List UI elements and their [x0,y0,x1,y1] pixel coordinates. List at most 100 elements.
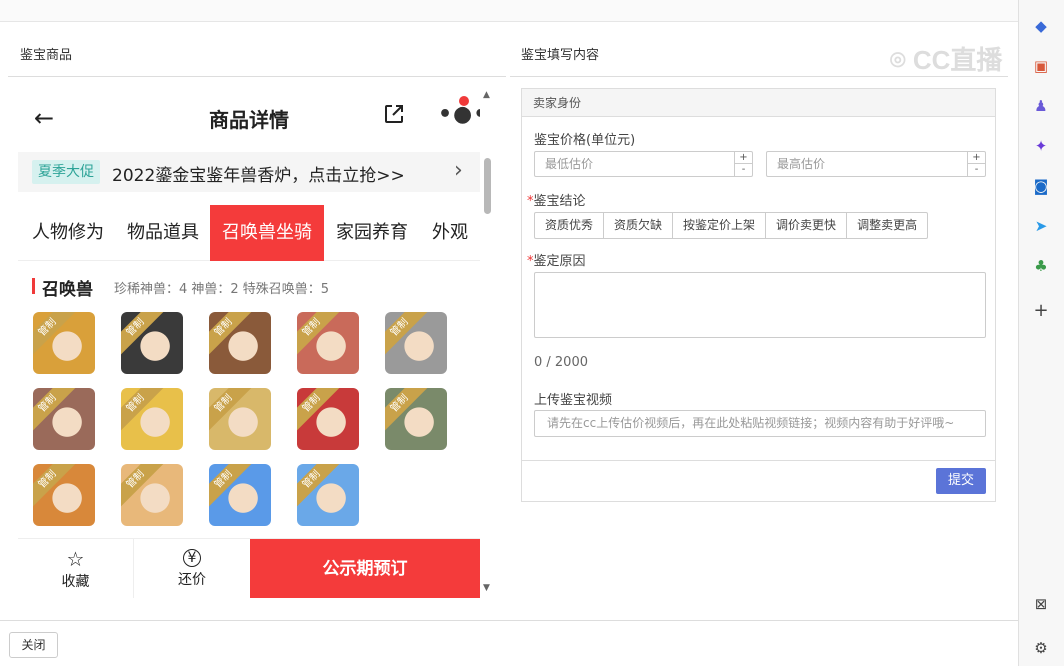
divider [8,76,506,77]
summon-thumbnail[interactable]: 管制 [121,312,183,374]
form-header: 卖家身份 [522,89,995,117]
left-panel-title: 鉴宝商品 [20,48,73,63]
restricted-ribbon: 管制 [297,464,343,511]
tab-home[interactable]: 家园养育 [336,205,408,261]
section-accent [32,278,35,294]
page-title: 商品详情 [209,108,289,132]
bottom-action-bar: ☆ 收藏 ¥ 还价 公示期预订 [18,538,480,598]
conclusion-option[interactable]: 资质优秀 [535,213,605,238]
min-price-placeholder: 最低估价 [545,157,594,171]
divider [522,460,995,461]
max-price-stepper[interactable]: + - [967,152,985,176]
restricted-ribbon: 管制 [33,312,79,359]
conclusion-option[interactable]: 调价卖更快 [766,213,848,238]
promo-banner[interactable]: 夏季大促 2022鎏金宝鉴年兽香炉，点击立抢>> › [18,152,480,192]
summon-thumbnail[interactable]: 管制 [209,388,271,450]
summon-thumbnail[interactable]: 管制 [297,464,359,526]
divider [510,76,1008,77]
appraisal-form: 卖家身份 鉴宝价格(单位元) 最低估价 + - 最高估价 + - *鉴宝结论 资质优… [521,88,996,502]
restricted-ribbon: 管制 [121,388,167,435]
scroll-up-arrow-icon[interactable]: ▲ [483,90,490,100]
summon-thumbnail[interactable]: 管制 [297,312,359,374]
promo-badge: 夏季大促 [32,160,100,184]
watermark-logo: ⌾ CC直播 [890,45,1003,75]
share-icon[interactable] [382,102,406,126]
summon-thumbnail[interactable]: 管制 [121,388,183,450]
summon-thumbnail[interactable]: 管制 [385,312,447,374]
summon-thumbnail[interactable]: 管制 [33,312,95,374]
phone-preview: ← 商品详情 •●• 夏季大促 2022鎏金宝鉴年兽香炉，点击立抢>> › 人物… [18,90,480,598]
restricted-ribbon: 管制 [385,312,431,359]
max-price-input[interactable]: 最高估价 + - [766,151,986,177]
conclusion-option[interactable]: 调整卖更高 [847,213,927,238]
category-tabs: 人物修为 物品道具 召唤兽坐骑 家园养育 外观 [18,205,480,261]
top-bar [0,0,1018,22]
summon-thumbnail[interactable]: 管制 [33,388,95,450]
outlook-icon[interactable]: ◙ [1031,176,1051,196]
tab-items[interactable]: 物品道具 [127,205,199,261]
conclusion-option[interactable]: 资质欠缺 [604,213,674,238]
notification-dot [459,96,469,106]
summon-thumbnail[interactable]: 管制 [297,388,359,450]
restricted-ribbon: 管制 [297,388,343,435]
people-icon[interactable]: ♟ [1031,96,1051,116]
price-label: 鉴宝价格(单位元) [534,133,636,148]
collect-label: 收藏 [61,574,90,590]
section-title: 召唤兽 [42,280,93,300]
restricted-ribbon: 管制 [385,388,431,435]
char-counter: 0 / 2000 [534,355,588,370]
restricted-ribbon: 管制 [121,464,167,511]
chevron-right-icon: › [454,158,463,183]
summon-thumbnail[interactable]: 管制 [385,388,447,450]
yen-icon: ¥ [183,549,201,567]
right-panel-title: 鉴宝填写内容 [521,48,600,63]
max-price-placeholder: 最高估价 [777,157,826,171]
video-label: 上传鉴宝视频 [534,393,613,408]
copilot-icon[interactable]: ✦ [1031,136,1051,156]
tag-icon[interactable]: ◆ [1031,16,1051,36]
tree-icon[interactable]: ♣ [1031,256,1051,276]
summon-thumbnail[interactable]: 管制 [121,464,183,526]
video-link-placeholder: 请先在cc上传估价视频后，再在此处粘贴视频链接；视频内容有助于好评哦~ [547,416,955,430]
restricted-ribbon: 管制 [209,312,255,359]
toolbox-icon[interactable]: ▣ [1031,56,1051,76]
video-link-input[interactable]: 请先在cc上传估价视频后，再在此处粘贴视频链接；视频内容有助于好评哦~ [534,410,986,437]
restricted-ribbon: 管制 [297,312,343,359]
restricted-ribbon: 管制 [33,388,79,435]
min-price-stepper[interactable]: + - [734,152,752,176]
star-icon: ☆ [66,547,85,571]
scrollbar-thumb[interactable] [484,158,491,214]
submit-button[interactable]: 提交 [936,468,986,494]
promo-text: 2022鎏金宝鉴年兽香炉，点击立抢>> [112,166,405,186]
divider [0,620,1018,621]
restricted-ribbon: 管制 [209,464,255,511]
bargain-button[interactable]: ¥ 还价 [134,539,250,598]
gear-icon[interactable]: ⚙ [1031,638,1051,658]
tab-appearance[interactable]: 外观 [432,205,468,261]
tab-summons[interactable]: 召唤兽坐骑 [210,205,324,261]
add-icon[interactable]: + [1031,300,1051,321]
close-button[interactable]: 关闭 [9,632,58,658]
conclusion-selector: 资质优秀 资质欠缺 按鉴定价上架 调价卖更快 调整卖更高 [534,212,929,239]
collect-button[interactable]: ☆ 收藏 [18,539,134,598]
preorder-button[interactable]: 公示期预订 [250,539,480,598]
more-icon[interactable]: •●• [438,102,480,127]
bargain-label: 还价 [178,572,206,588]
summon-thumbnail[interactable]: 管制 [209,312,271,374]
restricted-ribbon: 管制 [209,388,255,435]
summon-thumbnail[interactable]: 管制 [33,464,95,526]
screenshot-icon[interactable]: ⊠ [1031,594,1051,614]
send-icon[interactable]: ➤ [1031,216,1051,236]
conclusion-label: *鉴宝结论 [527,194,586,209]
tab-character[interactable]: 人物修为 [32,205,104,261]
browser-sidebar: ◆ ▣ ♟ ✦ ◙ ➤ ♣ + ⊠ ⚙ [1018,0,1064,666]
summon-thumbnail[interactable]: 管制 [209,464,271,526]
reason-textarea[interactable] [534,272,986,338]
reason-label: *鉴定原因 [527,254,586,269]
restricted-ribbon: 管制 [121,312,167,359]
restricted-ribbon: 管制 [33,464,79,511]
scroll-down-arrow-icon[interactable]: ▼ [483,583,490,593]
phone-header: ← 商品详情 •●• [18,90,480,142]
conclusion-option[interactable]: 按鉴定价上架 [673,213,767,238]
min-price-input[interactable]: 最低估价 + - [534,151,753,177]
